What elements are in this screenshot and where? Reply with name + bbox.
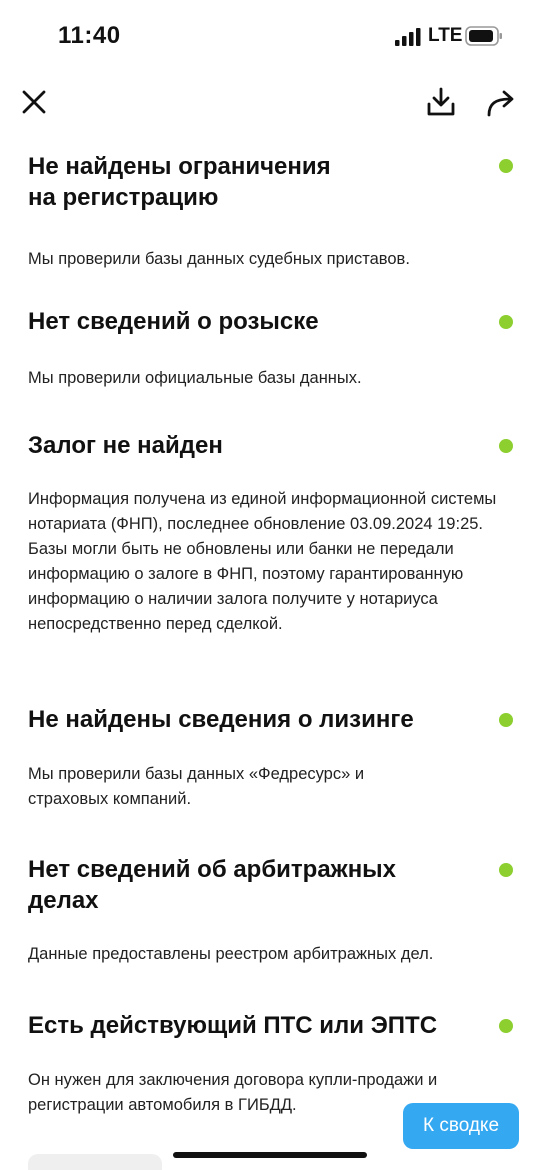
check-section-arbitration: Нет сведений об арбитражных делах Данные… [28,854,498,967]
network-label: LTE [428,25,463,46]
section-title: Нет сведений об арбитражных делах [28,856,397,914]
status-ok-icon [499,713,513,727]
signal-icon [395,28,421,46]
summary-button[interactable]: К сводке [403,1103,519,1149]
status-bar: 11:40 LTE [0,0,540,72]
status-ok-icon [499,159,513,173]
battery-icon [465,26,502,46]
section-description: Информация получена из единой информацио… [28,490,497,633]
status-ok-icon [499,315,513,329]
status-ok-icon [499,1019,513,1033]
check-section-leasing: Не найдены сведения о лизинге Мы провери… [28,704,498,812]
home-indicator[interactable] [173,1152,367,1158]
section-description: Мы проверили базы данных судебных приста… [28,250,410,268]
share-icon[interactable] [484,86,518,118]
close-icon[interactable] [20,88,48,116]
section-title: Не найдены ограничения на регистрацию [28,153,331,211]
check-section-pts: Есть действующий ПТС или ЭПТС Он нужен д… [28,1010,498,1118]
check-section-pledge: Залог не найден Информация получена из е… [28,430,498,637]
status-ok-icon [499,439,513,453]
check-section-registration: Не найдены ограничения на регистрацию Мы… [28,151,498,272]
section-title: Залог не найден [28,432,223,459]
download-icon[interactable] [426,86,456,118]
status-ok-icon [499,863,513,877]
section-description: Данные предоставлены реестром арбитражны… [28,945,434,963]
section-description: Мы проверили официальные базы данных. [28,369,362,387]
toolbar [0,80,540,130]
bottom-card[interactable] [28,1154,162,1170]
report-screen: 11:40 LTE Не найдены ограничения на реги… [0,0,540,1170]
section-title: Нет сведений о розыске [28,308,319,335]
check-section-wanted: Нет сведений о розыске Мы проверили офиц… [28,306,498,391]
section-title: Есть действующий ПТС или ЭПТС [28,1012,438,1039]
status-time: 11:40 [58,22,121,49]
section-title: Не найдены сведения о лизинге [28,706,414,733]
section-description: Мы проверили базы данных «Федресурс» и с… [28,765,365,808]
